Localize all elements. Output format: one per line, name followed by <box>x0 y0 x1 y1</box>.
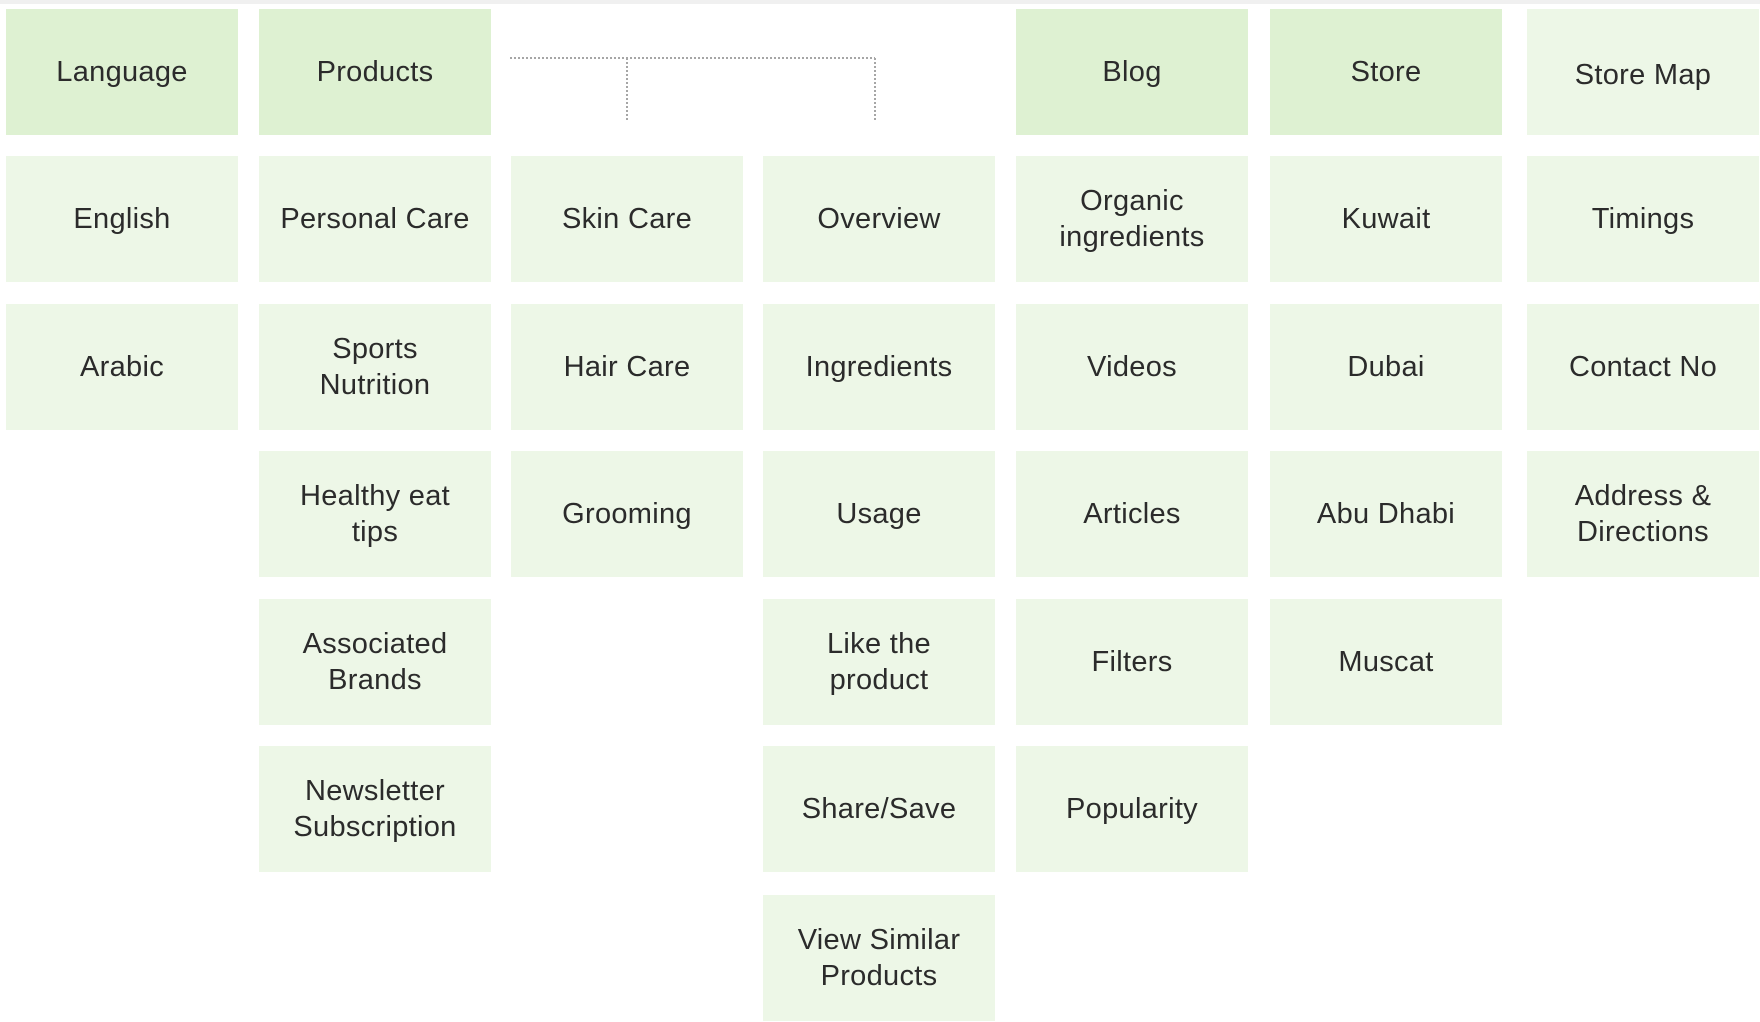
node-product-categories-grooming[interactable]: Grooming <box>511 451 743 577</box>
node-store-abu-dhabi[interactable]: Abu Dhabi <box>1270 451 1502 577</box>
node-product-details-view-similar-products[interactable]: View Similar Products <box>763 895 995 1021</box>
header-store[interactable]: Store <box>1270 9 1502 135</box>
node-blog-articles[interactable]: Articles <box>1016 451 1248 577</box>
node-language-english[interactable]: English <box>6 156 238 282</box>
node-store-map-timings[interactable]: Timings <box>1527 156 1759 282</box>
node-products-newsletter-subscription[interactable]: Newsletter Subscription <box>259 746 491 872</box>
node-store-muscat[interactable]: Muscat <box>1270 599 1502 725</box>
node-product-details-overview[interactable]: Overview <box>763 156 995 282</box>
node-product-details-share-save[interactable]: Share/Save <box>763 746 995 872</box>
node-store-kuwait[interactable]: Kuwait <box>1270 156 1502 282</box>
node-products-healthy-eat-tips[interactable]: Healthy eat tips <box>259 451 491 577</box>
top-bar <box>0 0 1760 4</box>
node-store-map-contact-no[interactable]: Contact No <box>1527 304 1759 430</box>
header-store-map[interactable]: Store Map <box>1527 9 1759 135</box>
node-products-sports-nutrition[interactable]: Sports Nutrition <box>259 304 491 430</box>
header-blog[interactable]: Blog <box>1016 9 1248 135</box>
node-blog-filters[interactable]: Filters <box>1016 599 1248 725</box>
node-product-details-ingredients[interactable]: Ingredients <box>763 304 995 430</box>
node-blog-popularity[interactable]: Popularity <box>1016 746 1248 872</box>
node-product-details-usage[interactable]: Usage <box>763 451 995 577</box>
node-product-categories-skin-care[interactable]: Skin Care <box>511 156 743 282</box>
node-blog-organic-ingredients[interactable]: Organic ingredients <box>1016 156 1248 282</box>
node-language-arabic[interactable]: Arabic <box>6 304 238 430</box>
node-product-categories-hair-care[interactable]: Hair Care <box>511 304 743 430</box>
node-store-dubai[interactable]: Dubai <box>1270 304 1502 430</box>
header-language[interactable]: Language <box>6 9 238 135</box>
header-products[interactable]: Products <box>259 9 491 135</box>
node-product-details-like-the-product[interactable]: Like the product <box>763 599 995 725</box>
node-store-map-address-directions[interactable]: Address & Directions <box>1527 451 1759 577</box>
node-products-associated-brands[interactable]: Associated Brands <box>259 599 491 725</box>
node-products-personal-care[interactable]: Personal Care <box>259 156 491 282</box>
node-blog-videos[interactable]: Videos <box>1016 304 1248 430</box>
